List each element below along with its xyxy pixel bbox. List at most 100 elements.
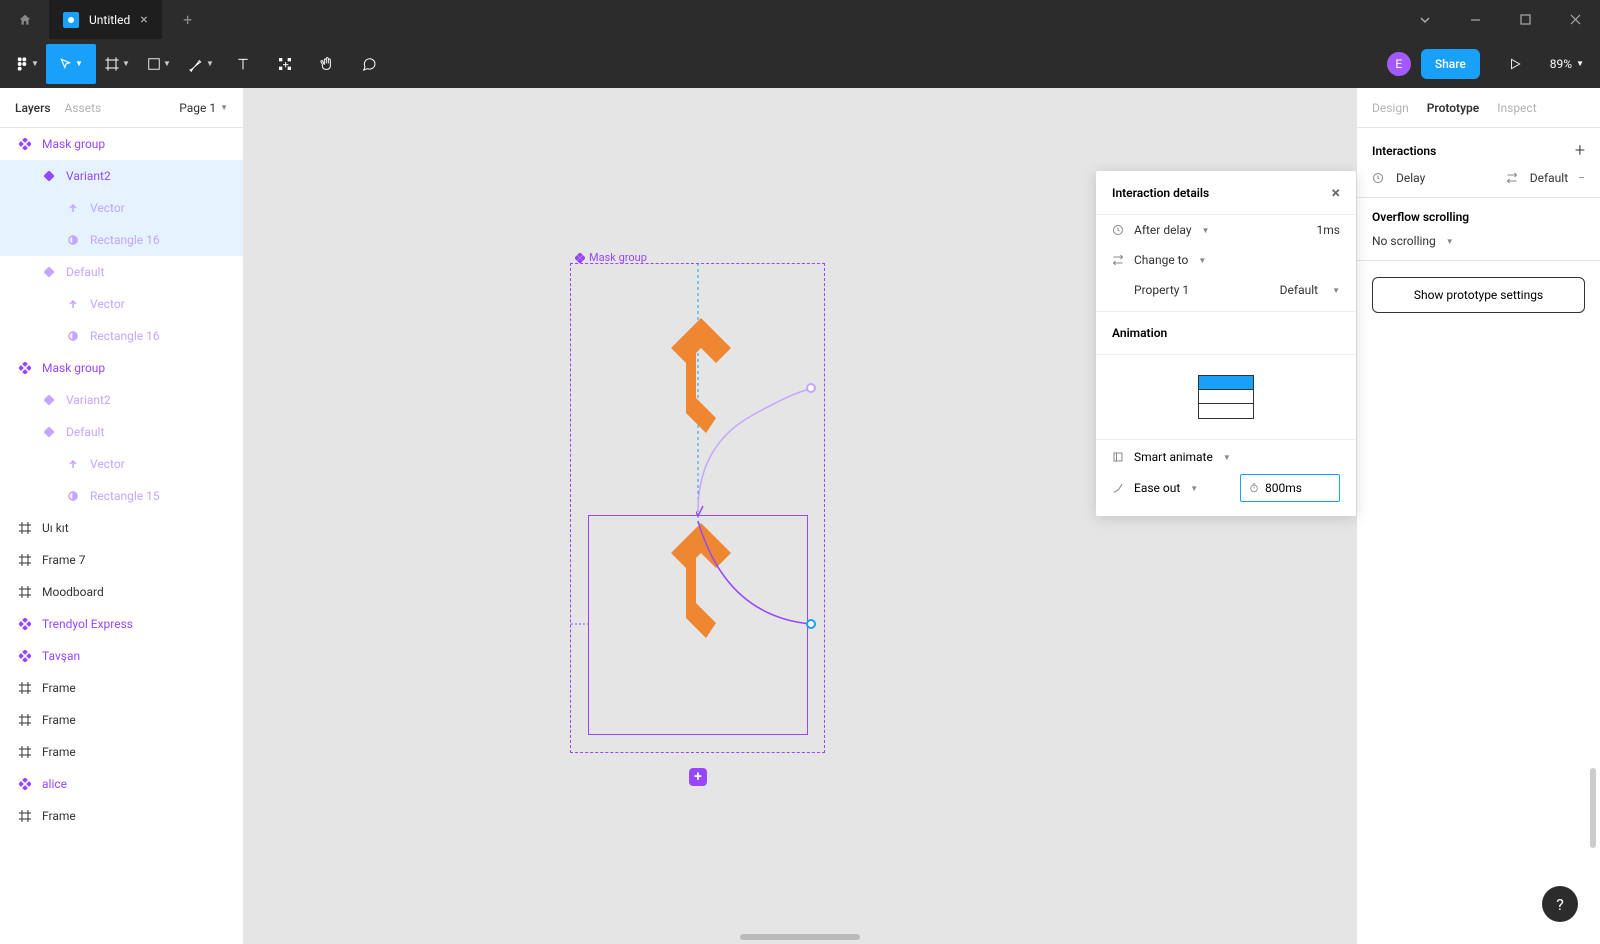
pen-tool[interactable]: ▼: [180, 44, 222, 84]
layer-row[interactable]: Frame: [0, 672, 243, 704]
canvas-horizontal-scrollbar[interactable]: [740, 934, 860, 940]
easing-dropdown[interactable]: Ease out ▼: [1112, 481, 1230, 495]
layers-tab[interactable]: Layers: [15, 101, 51, 115]
comment-tool[interactable]: [348, 44, 390, 84]
assets-tab[interactable]: Assets: [65, 101, 102, 115]
layer-row[interactable]: Default: [0, 256, 243, 288]
zoom-value: 89%: [1550, 57, 1572, 71]
close-tab-icon[interactable]: ×: [140, 12, 147, 28]
interactions-header: Interactions: [1372, 144, 1436, 158]
present-button[interactable]: [1494, 44, 1536, 84]
layer-row[interactable]: Vector: [0, 448, 243, 480]
hand-tool[interactable]: [306, 44, 348, 84]
layer-icon: [66, 233, 80, 247]
animation-section-label: Animation: [1096, 311, 1356, 355]
interaction-item[interactable]: Delay Default −: [1372, 171, 1585, 185]
new-tab-button[interactable]: +: [170, 10, 206, 29]
trigger-row[interactable]: After delay ▼ 1ms: [1096, 215, 1356, 245]
layer-icon: [66, 489, 80, 503]
remove-interaction-button[interactable]: −: [1578, 171, 1585, 185]
add-variant-button[interactable]: +: [689, 768, 707, 786]
main-menu-button[interactable]: ▼: [8, 44, 46, 84]
window-controls: [1400, 0, 1600, 39]
layer-row[interactable]: Default: [0, 416, 243, 448]
property-value: Default: [1280, 283, 1318, 297]
interaction-details-popup: Interaction details × After delay ▼ 1ms …: [1096, 171, 1356, 516]
layer-label: Default: [66, 265, 104, 279]
layer-label: Trendyol Express: [42, 617, 133, 631]
layer-icon: [18, 713, 32, 727]
shape-tool[interactable]: ▼: [138, 44, 180, 84]
layer-row[interactable]: Variant2: [0, 160, 243, 192]
zoom-dropdown[interactable]: 89%▼: [1550, 57, 1584, 71]
layer-row[interactable]: alice: [0, 768, 243, 800]
animation-type-dropdown[interactable]: Smart animate ▼: [1112, 450, 1340, 464]
overflow-dropdown[interactable]: No scrolling ▼: [1372, 234, 1585, 248]
layer-row[interactable]: Frame: [0, 800, 243, 832]
page-selector[interactable]: Page 1▼: [179, 101, 228, 115]
minimize-button[interactable]: [1450, 0, 1500, 39]
layer-label: alice: [42, 777, 67, 791]
user-avatar[interactable]: E: [1387, 52, 1411, 76]
timer-icon: [1249, 483, 1259, 493]
prototype-tab[interactable]: Prototype: [1427, 101, 1480, 115]
move-tool[interactable]: ▼: [46, 44, 96, 84]
design-tab[interactable]: Design: [1372, 101, 1409, 115]
layer-row[interactable]: Mask group: [0, 128, 243, 160]
layer-icon: [18, 521, 32, 535]
show-prototype-settings-button[interactable]: Show prototype settings: [1372, 277, 1585, 313]
clock-icon: [1112, 224, 1124, 236]
text-tool[interactable]: [222, 44, 264, 84]
resources-tool[interactable]: [264, 44, 306, 84]
layer-icon: [18, 777, 32, 791]
layer-row[interactable]: Vector: [0, 192, 243, 224]
layer-label: Frame: [42, 681, 76, 695]
layer-icon: [18, 137, 32, 151]
trigger-value: 1ms: [1317, 223, 1340, 237]
share-button[interactable]: Share: [1421, 49, 1480, 79]
layer-icon: [18, 809, 32, 823]
layer-row[interactable]: Rectangle 16: [0, 320, 243, 352]
action-row[interactable]: Change to ▼: [1096, 245, 1356, 275]
layer-row[interactable]: Frame: [0, 736, 243, 768]
layer-icon: [18, 649, 32, 663]
layer-row[interactable]: Frame: [0, 704, 243, 736]
layer-label: Frame: [42, 745, 76, 759]
titlebar: Untitled × +: [0, 0, 1600, 39]
layer-icon: [18, 553, 32, 567]
add-interaction-button[interactable]: +: [1575, 140, 1585, 161]
layer-row[interactable]: Rectangle 15: [0, 480, 243, 512]
animation-preview: [1096, 355, 1356, 440]
layer-row[interactable]: Tavşan: [0, 640, 243, 672]
layer-icon: [66, 329, 80, 343]
maximize-button[interactable]: [1500, 0, 1550, 39]
help-button[interactable]: ?: [1542, 886, 1578, 922]
connection-endpoint-open[interactable]: [806, 383, 816, 393]
collapse-button[interactable]: [1400, 0, 1450, 39]
layer-row[interactable]: Mask group: [0, 352, 243, 384]
layer-row[interactable]: Vector: [0, 288, 243, 320]
layer-row[interactable]: Frame 7: [0, 544, 243, 576]
layer-row[interactable]: Trendyol Express: [0, 608, 243, 640]
duration-input[interactable]: 800ms: [1240, 474, 1340, 502]
layer-row[interactable]: Moodboard: [0, 576, 243, 608]
layer-icon: [42, 265, 56, 279]
property-row[interactable]: Property 1 Default ▼: [1096, 275, 1356, 305]
layer-row[interactable]: Rectangle 16: [0, 224, 243, 256]
close-popup-button[interactable]: ×: [1332, 183, 1341, 202]
frame-tool[interactable]: ▼: [96, 44, 138, 84]
close-window-button[interactable]: [1550, 0, 1600, 39]
layer-row[interactable]: Uı kıt: [0, 512, 243, 544]
inspect-tab[interactable]: Inspect: [1497, 101, 1536, 115]
connection-endpoint[interactable]: [806, 619, 816, 629]
interactions-section: Interactions + Delay Default −: [1357, 128, 1600, 198]
layer-label: Mask group: [42, 137, 105, 151]
overflow-section: Overflow scrolling No scrolling ▼: [1357, 198, 1600, 261]
layer-label: Vector: [90, 297, 125, 311]
home-button[interactable]: [0, 0, 49, 39]
right-panel-scrollbar[interactable]: [1590, 768, 1596, 848]
file-tab[interactable]: Untitled ×: [49, 0, 162, 39]
layer-row[interactable]: Variant2: [0, 384, 243, 416]
layers-list: Mask groupVariant2VectorRectangle 16Defa…: [0, 128, 243, 832]
prototype-connection[interactable]: [696, 386, 826, 636]
